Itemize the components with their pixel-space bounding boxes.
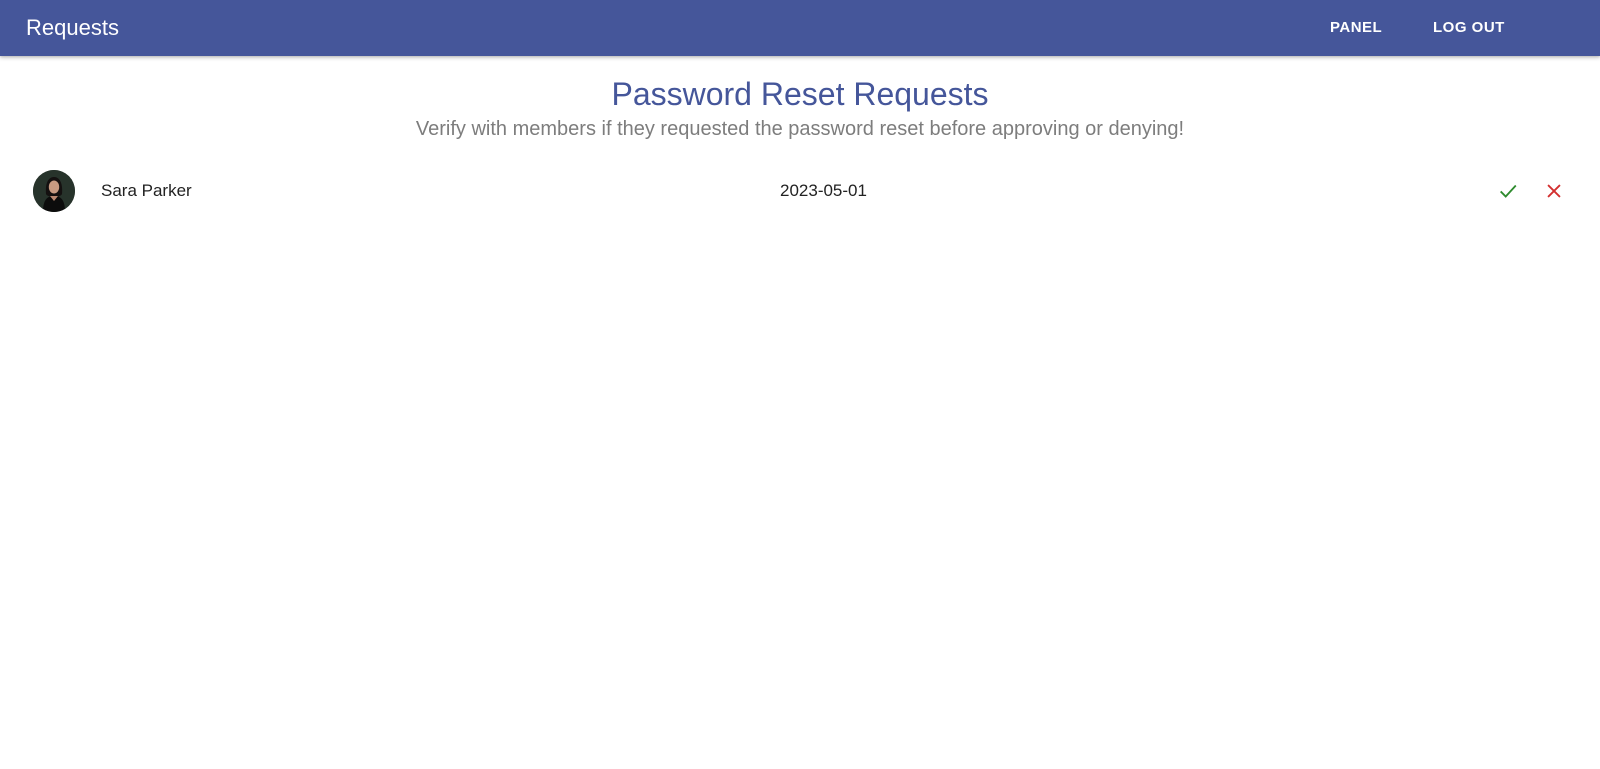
page-title: Password Reset Requests: [611, 76, 989, 112]
close-icon: [1547, 184, 1561, 198]
member-name: Sara Parker: [101, 181, 192, 200]
panel-button[interactable]: PANEL: [1326, 13, 1386, 43]
app-bar: Requests PANEL LOG OUT: [0, 0, 1600, 56]
deny-button[interactable]: [1538, 175, 1570, 207]
page-subtitle: Verify with members if they requested th…: [415, 118, 1185, 140]
approve-button[interactable]: [1492, 175, 1524, 207]
avatar-photo-icon: [33, 170, 75, 212]
request-date: 2023-05-01: [780, 181, 867, 200]
avatar: [33, 170, 75, 212]
logout-button[interactable]: LOG OUT: [1429, 13, 1509, 43]
check-icon: [1500, 184, 1517, 198]
app-title: Requests: [26, 15, 119, 40]
request-list-item: Sara Parker 2023-05-01: [16, 166, 1584, 216]
